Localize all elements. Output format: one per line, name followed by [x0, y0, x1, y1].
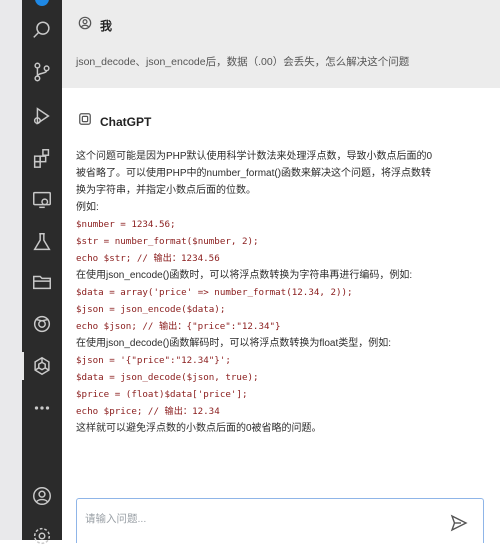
question-input[interactable] [83, 509, 417, 529]
code-line: $number = 1234.56; [76, 219, 176, 230]
user-message: 我 json_decode、json_encode后，数据（.00）会丢失，怎么… [62, 0, 500, 88]
code-line: $json = json_encode($data); [76, 304, 226, 315]
user-header: 我 [78, 16, 112, 35]
code-line: echo $price; // 输出：12.34 [76, 406, 220, 417]
answer-line: 这个问题可能是因为PHP默认使用科学计数法来处理浮点数，导致小数点后面的0 [76, 151, 433, 162]
notification-badge [22, 0, 62, 6]
code-line: $data = array('price' => number_format(1… [76, 287, 353, 298]
extensions-icon[interactable] [22, 142, 62, 174]
assistant-logo-icon [78, 112, 92, 131]
code-line: $price = (float)$data['price']; [76, 389, 248, 400]
assistant-answer: 这个问题可能是因为PHP默认使用科学计数法来处理浮点数，导致小数点后面的0 被省… [76, 148, 486, 437]
answer-line: 被省略了。可以使用PHP中的number_format()函数来解决这个问题，将… [76, 168, 432, 179]
code-line: $data = json_decode($json, true); [76, 372, 259, 383]
source-control-icon[interactable] [22, 56, 62, 88]
answer-line: 例如: [76, 202, 99, 213]
remote-explorer-icon[interactable] [22, 184, 62, 216]
more-icon[interactable] [22, 392, 62, 424]
activity-bar [22, 0, 62, 545]
settings-icon[interactable] [22, 520, 62, 552]
folder-icon[interactable] [22, 266, 62, 298]
code-line: echo $str; // 输出：1234.56 [76, 253, 220, 264]
user-avatar-icon [78, 16, 92, 35]
user-question-text: json_decode、json_encode后，数据（.00）会丢失，怎么解决… [76, 56, 410, 68]
chat-panel: 我 json_decode、json_encode后，数据（.00）会丢失，怎么… [62, 0, 500, 543]
chatgpt-icon[interactable] [22, 350, 62, 382]
assistant-name: ChatGPT [100, 114, 152, 129]
answer-line: 在使用json_decode()函数解码时，可以将浮点数转换为float类型，例… [76, 338, 392, 349]
code-line: $json = '{"price":"12.34"}'; [76, 355, 231, 366]
user-name: 我 [100, 19, 113, 33]
run-debug-icon[interactable] [22, 100, 62, 132]
code-line: $str = number_format($number, 2); [76, 236, 259, 247]
answer-line: 在使用json_encode()函数时，可以将浮点数转换为字符串再进行编码，例如… [76, 270, 413, 281]
answer-line: 换为字符串，并指定小数点后面的位数。 [76, 185, 256, 196]
testing-icon[interactable] [22, 226, 62, 258]
account-icon[interactable] [22, 480, 62, 512]
window-edge [0, 0, 22, 540]
assistant-header: ChatGPT [78, 112, 151, 131]
extension-logo-icon[interactable] [22, 308, 62, 340]
question-input-box [76, 498, 484, 543]
answer-line: 这样就可以避免浮点数的小数点后面的0被省略的问题。 [76, 423, 322, 434]
search-icon[interactable] [22, 14, 62, 46]
code-line: echo $json; // 输出：{"price":"12.34"} [76, 321, 281, 332]
send-icon[interactable] [449, 513, 469, 533]
